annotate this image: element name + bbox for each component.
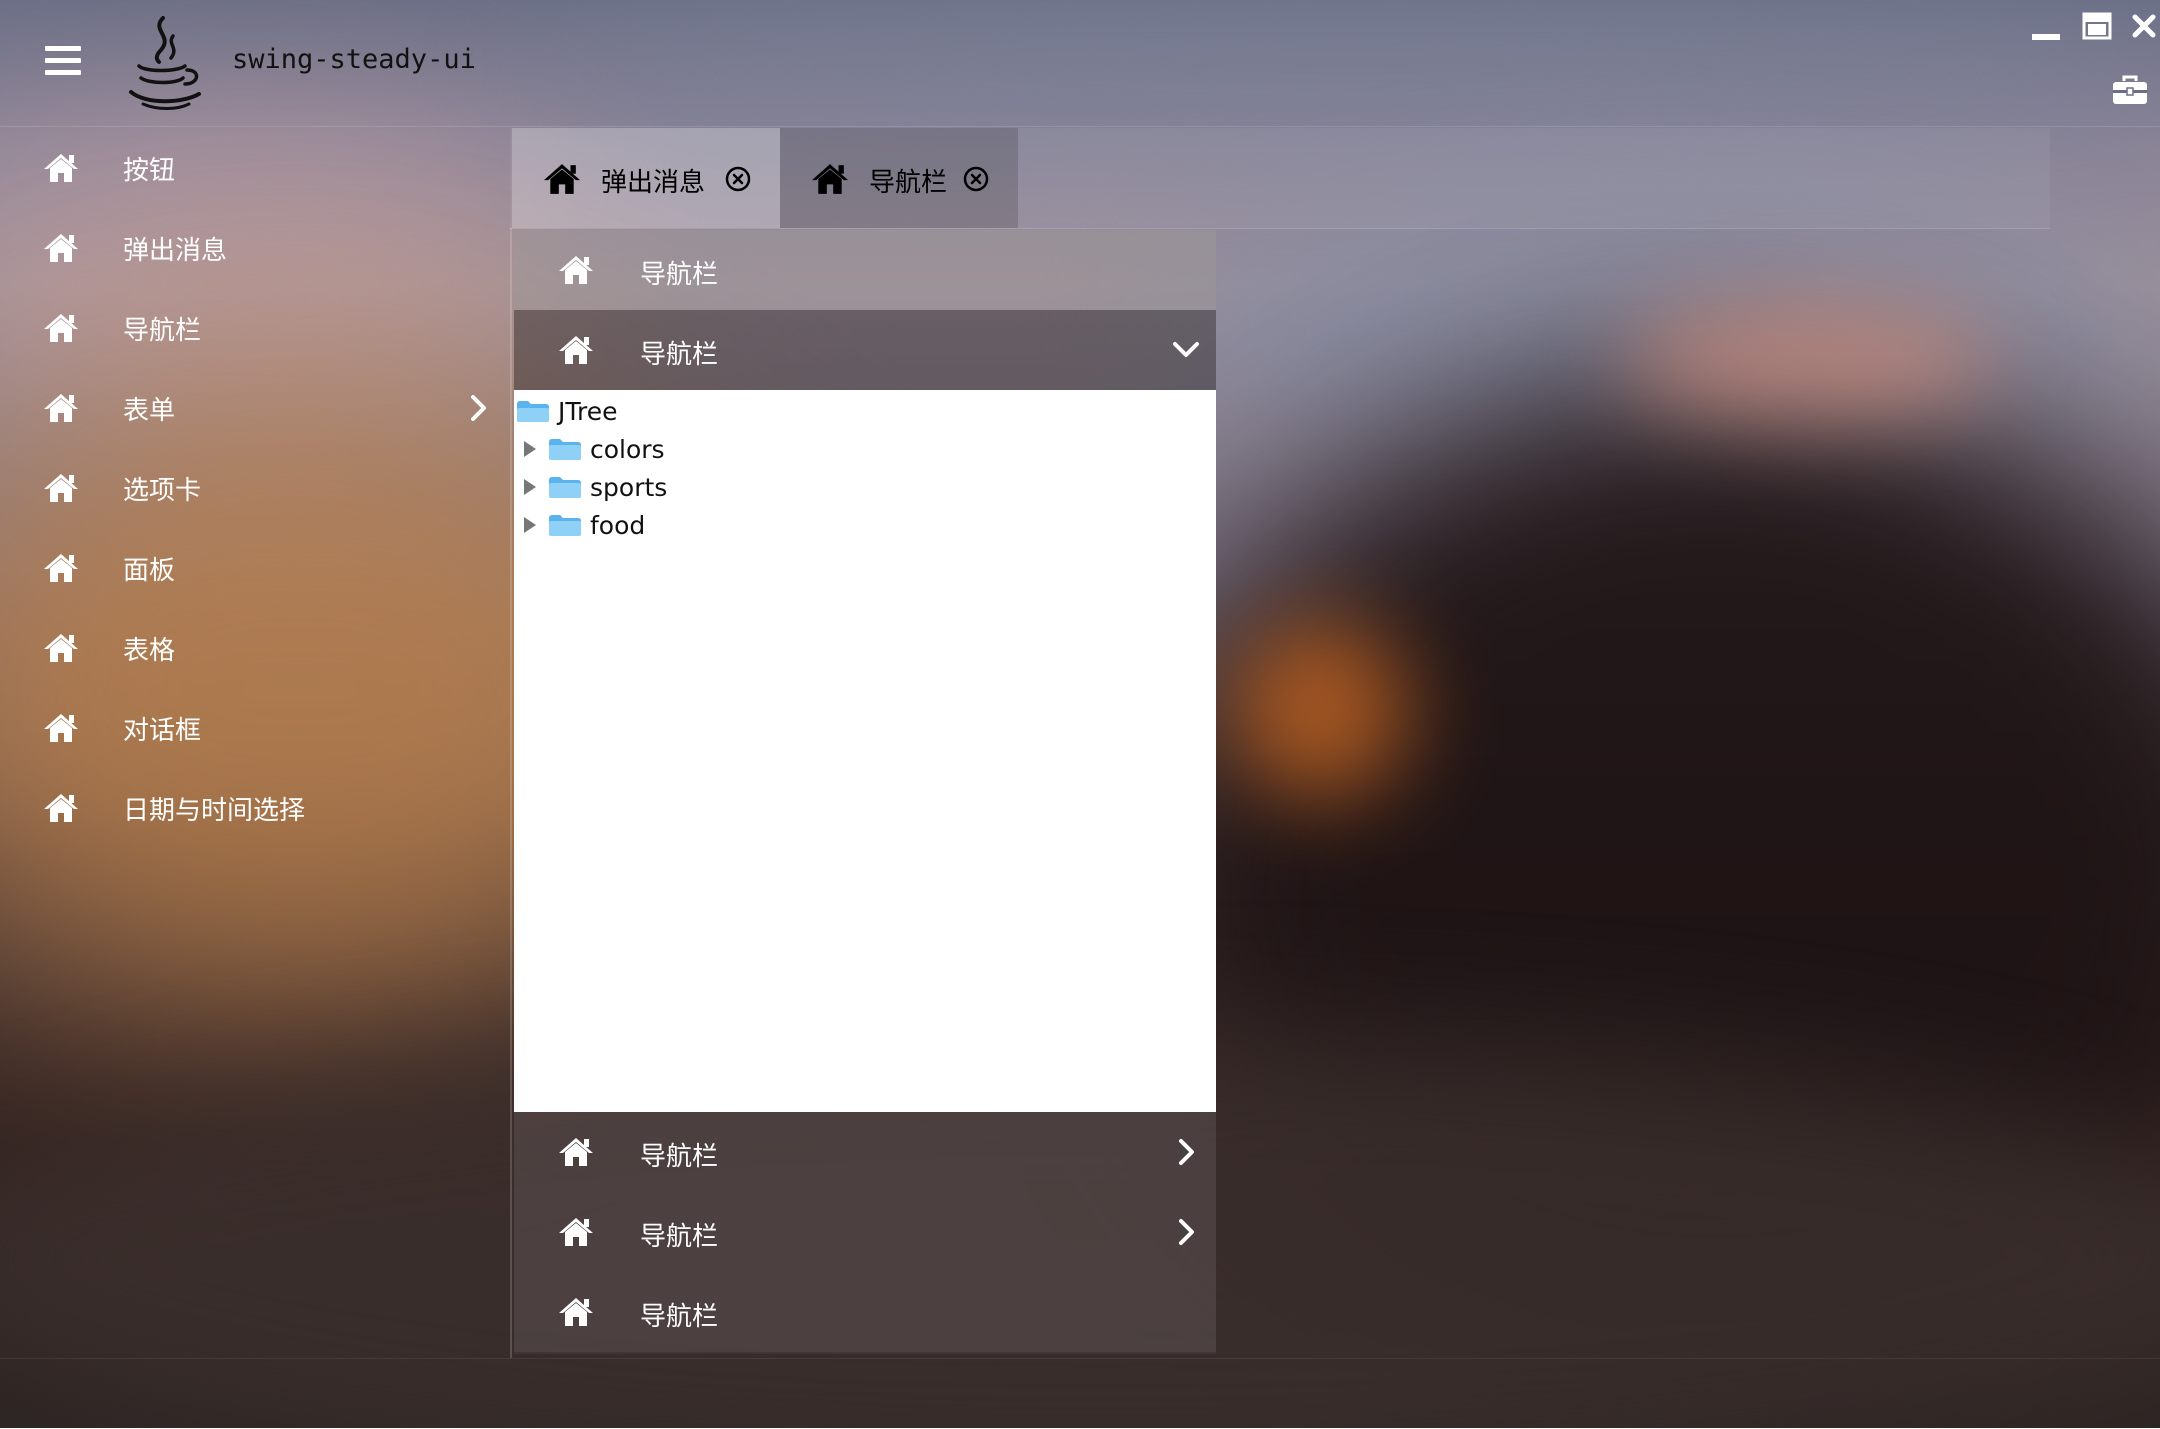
tab-popup-message[interactable]: 弹出消息 [512,128,780,228]
tree-node-food[interactable]: food [524,506,645,544]
navbar-accordion: 导航栏 导航栏 JTree colors sports food 导航栏 导航栏… [514,230,1216,1354]
sidebar-item-label: 导航栏 [123,315,202,346]
home-icon [543,164,581,194]
sidebar-item-form[interactable]: 表单 [0,368,508,448]
sidebar-item-label: 弹出消息 [123,235,228,266]
sidebar-item-label: 面板 [123,555,176,586]
sidebar-item-tabs[interactable]: 选项卡 [0,448,508,528]
home-icon [559,1298,593,1326]
nav-item-label: 导航栏 [640,1302,719,1332]
expand-triangle-icon[interactable] [524,479,536,495]
home-icon [44,634,78,662]
nav-item-2-expanded[interactable]: 导航栏 [514,310,1216,390]
tab-bar: 弹出消息 导航栏 [510,128,2050,229]
home-icon [44,314,78,342]
sidebar-item-dialog[interactable]: 对话框 [0,688,508,768]
nav-item-label: 导航栏 [640,1142,719,1172]
sidebar-item-label: 表格 [123,635,176,666]
toolbox-icon[interactable] [2112,74,2148,106]
maximize-icon[interactable] [2082,12,2112,40]
tree-node-label: food [590,510,646,540]
tab-label: 弹出消息 [601,168,706,198]
tree-node-sports[interactable]: sports [524,468,667,506]
chevron-down-icon [1173,342,1199,357]
chevron-right-icon [471,395,486,421]
tree-node-label: colors [590,434,665,464]
close-icon[interactable] [2132,14,2156,38]
nav-item-4[interactable]: 导航栏 [514,1192,1216,1272]
sidebar-menu: 按钮 弹出消息 导航栏 表单 选项卡 面板 表格 对话框 日期与时间选择 [0,128,508,848]
close-circle-icon[interactable] [725,166,751,192]
nav-item-label: 导航栏 [640,340,719,370]
tree-node-label: JTree [558,396,618,426]
sidebar-item-navbar[interactable]: 导航栏 [0,288,508,368]
sidebar-item-table[interactable]: 表格 [0,608,508,688]
app-header: swing-steady-ui [0,0,2160,127]
home-icon [44,234,78,262]
hamburger-menu-icon[interactable] [45,46,81,76]
home-icon [559,336,593,364]
tree-node-colors[interactable]: colors [524,430,665,468]
home-icon [44,154,78,182]
folder-icon [549,439,581,460]
sidebar-item-datetime-picker[interactable]: 日期与时间选择 [0,768,508,848]
minimize-icon[interactable] [2032,26,2062,42]
close-circle-icon[interactable] [963,166,989,192]
sidebar-item-button[interactable]: 按钮 [0,128,508,208]
folder-icon [549,515,581,536]
jtree: JTree colors sports food [514,390,1216,1112]
home-icon [559,1218,593,1246]
nav-item-5[interactable]: 导航栏 [514,1272,1216,1352]
sidebar-item-popup-message[interactable]: 弹出消息 [0,208,508,288]
sidebar-item-panel[interactable]: 面板 [0,528,508,608]
home-icon [559,256,593,284]
home-icon [811,164,849,194]
tab-navbar[interactable]: 导航栏 [780,128,1018,228]
app-title: swing-steady-ui [232,44,476,75]
nav-item-label: 导航栏 [640,1222,719,1252]
sidebar-item-label: 对话框 [123,715,202,746]
home-icon [44,714,78,742]
tree-node-label: sports [590,472,668,502]
home-icon [44,794,78,822]
nav-item-3[interactable]: 导航栏 [514,1112,1216,1192]
chevron-right-icon [1179,1219,1194,1245]
expand-triangle-icon[interactable] [524,517,536,533]
sidebar-item-label: 选项卡 [123,475,202,506]
chevron-right-icon [1179,1139,1194,1165]
folder-icon [549,477,581,498]
sidebar-item-label: 日期与时间选择 [123,795,306,826]
nav-item-1[interactable]: 导航栏 [514,230,1216,310]
folder-open-icon [517,401,549,422]
home-icon [44,554,78,582]
home-icon [559,1138,593,1166]
home-icon [44,394,78,422]
expand-triangle-icon[interactable] [524,441,536,457]
status-bar [0,1358,2160,1429]
sidebar-item-label: 按钮 [123,155,176,186]
sidebar-item-label: 表单 [123,395,176,426]
nav-item-label: 导航栏 [640,260,719,290]
tree-root[interactable]: JTree [516,392,617,430]
home-icon [44,474,78,502]
java-logo-icon [129,16,201,110]
tab-label: 导航栏 [869,168,948,198]
